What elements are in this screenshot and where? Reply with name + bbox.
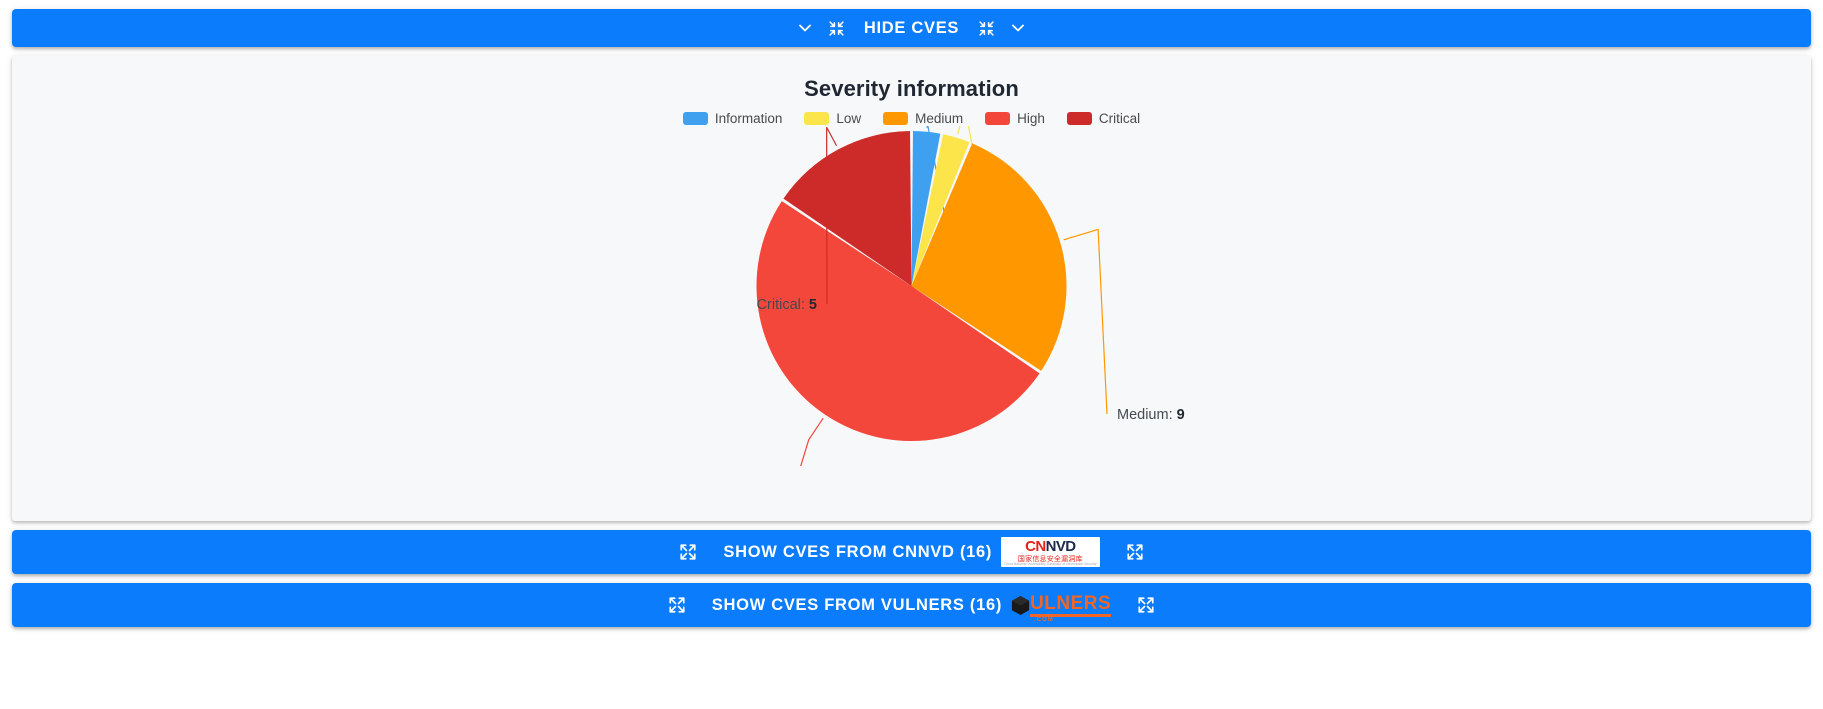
show-cves-vulners-label: SHOW CVES FROM VULNERS (16) bbox=[711, 595, 1003, 614]
pie-chart-area: Information: 1Low: 1Medium: 9High: 16Cri… bbox=[12, 126, 1811, 466]
show-cves-cnnvd-label: SHOW CVES FROM CNNVD (16) bbox=[723, 542, 993, 561]
expand-arrows-icon[interactable] bbox=[1137, 596, 1155, 614]
page-title: Severity information bbox=[804, 76, 1019, 101]
legend-swatch-high bbox=[985, 112, 1011, 125]
chevron-down-icon[interactable] bbox=[1008, 18, 1028, 38]
cnnvd-logo-cn: CN bbox=[1025, 537, 1046, 555]
chart-legend: Information Low Medium High Critical bbox=[12, 111, 1811, 126]
legend-label: Low bbox=[836, 111, 862, 126]
severity-chart-panel: Severity information Information Low Mediu… bbox=[12, 56, 1811, 521]
header-right-icons bbox=[978, 18, 1028, 38]
cnnvd-logo-subtitle-en: China National Vulnerability Database of… bbox=[1004, 561, 1097, 566]
legend-label: High bbox=[1017, 111, 1045, 126]
expand-arrows-icon[interactable] bbox=[679, 543, 697, 561]
legend-item-medium[interactable]: Medium bbox=[883, 111, 963, 126]
expand-arrows-icon[interactable] bbox=[668, 596, 686, 614]
cnnvd-logo: CNNVD 国家信息安全漏洞库 China National Vulnerabi… bbox=[1001, 536, 1100, 568]
pie-label-connector bbox=[1063, 228, 1108, 415]
legend-swatch-medium bbox=[883, 112, 909, 125]
pie-label-connector bbox=[800, 417, 824, 466]
pie-label-critical: Critical: 5 bbox=[757, 297, 817, 313]
pie-label-medium: Medium: 9 bbox=[1117, 407, 1185, 423]
vulners-logo-text: ULNERS .COM bbox=[1030, 592, 1112, 623]
legend-label: Critical bbox=[1098, 111, 1141, 126]
cve-severity-panel: HIDE CVES Severity information Informati… bbox=[0, 9, 1823, 709]
hide-cves-label: HIDE CVES bbox=[863, 18, 960, 37]
severity-pie-chart[interactable]: Information: 1Low: 1Medium: 9High: 16Cri… bbox=[12, 126, 1811, 466]
legend-swatch-information bbox=[682, 112, 708, 125]
legend-swatch-low bbox=[804, 112, 830, 125]
legend-item-low[interactable]: Low bbox=[804, 111, 861, 126]
vulners-cube-icon bbox=[1011, 595, 1030, 616]
legend-label: Information bbox=[714, 111, 783, 126]
legend-item-high[interactable]: High bbox=[985, 111, 1045, 126]
legend-item-critical[interactable]: Critical bbox=[1066, 111, 1141, 126]
collapse-arrows-icon[interactable] bbox=[978, 20, 995, 37]
header-left-icons bbox=[795, 18, 845, 38]
collapse-arrows-icon[interactable] bbox=[828, 20, 845, 37]
chevron-down-icon[interactable] bbox=[795, 18, 815, 38]
cnnvd-logo-nvd: NVD bbox=[1045, 537, 1076, 555]
legend-swatch-critical bbox=[1066, 112, 1092, 125]
show-cves-vulners-bar[interactable]: SHOW CVES FROM VULNERS (16) ULNERS .COM bbox=[12, 583, 1811, 627]
legend-item-information[interactable]: Information bbox=[682, 111, 783, 126]
show-cves-cnnvd-bar[interactable]: SHOW CVES FROM CNNVD (16) CNNVD 国家信息安全漏洞… bbox=[12, 530, 1811, 574]
legend-label: Medium bbox=[915, 111, 964, 126]
vulners-logo: ULNERS .COM bbox=[1011, 592, 1112, 623]
expand-arrows-icon[interactable] bbox=[1126, 543, 1144, 561]
vulners-logo-suffix: .COM bbox=[1034, 616, 1054, 623]
hide-cves-bar[interactable]: HIDE CVES bbox=[12, 9, 1811, 47]
